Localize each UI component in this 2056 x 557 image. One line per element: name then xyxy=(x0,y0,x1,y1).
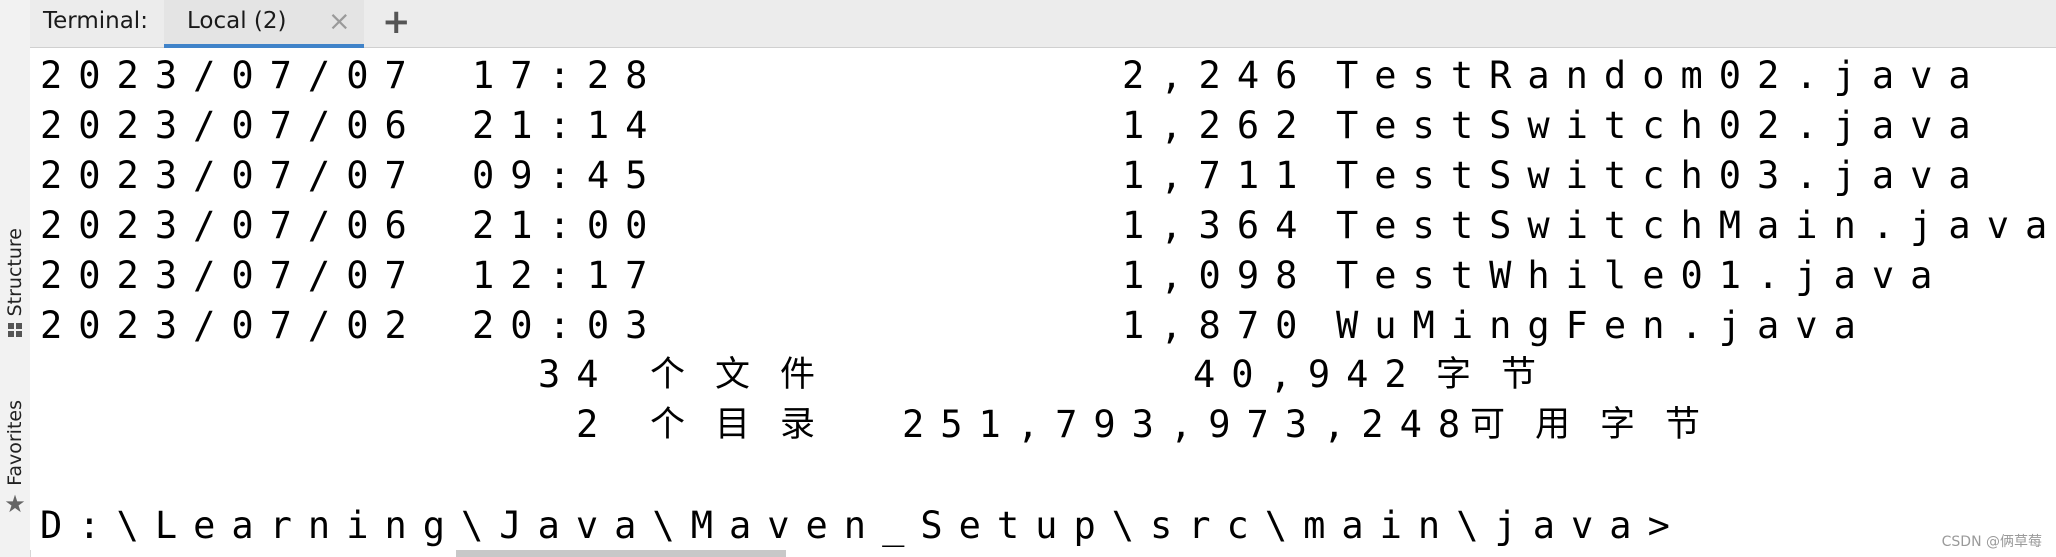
file-time: 21:14 xyxy=(472,104,664,147)
file-name: TestRandom02.java xyxy=(1336,54,1987,97)
file-time: 20:03 xyxy=(472,304,664,347)
file-name: WuMingFen.java xyxy=(1336,304,1872,347)
listing-row: 2023/07/06 21:00 1,364 TestSwitchMain.ja… xyxy=(30,201,2056,251)
file-date: 2023/07/07 xyxy=(40,54,423,97)
star-icon: ★ xyxy=(4,489,26,518)
file-size: 1,711 xyxy=(1122,154,1314,197)
file-count-label: 个文件 xyxy=(650,355,846,395)
file-name: TestWhile01.java xyxy=(1336,254,1949,297)
file-date: 2023/07/02 xyxy=(40,304,423,347)
file-date: 2023/07/06 xyxy=(40,104,423,147)
horizontal-scrollbar[interactable] xyxy=(456,550,786,557)
file-time: 09:45 xyxy=(472,154,664,197)
total-bytes: 40,942 xyxy=(1193,353,1423,396)
favorites-tool-tab[interactable]: Favorites ★ xyxy=(0,400,30,516)
watermark: CSDN @俩草莓 xyxy=(1941,534,2042,550)
terminal-tab-bar: Terminal: Local (2) × + xyxy=(30,0,2056,48)
free-bytes: 251,793,973,248 xyxy=(902,403,1477,446)
dir-count: 2 xyxy=(576,403,615,446)
file-summary-row: 34 个文件 40,942 字节 xyxy=(30,350,2056,400)
file-date: 2023/07/06 xyxy=(40,204,423,247)
file-date: 2023/07/07 xyxy=(40,254,423,297)
left-tool-strip: Structure Favorites ★ xyxy=(0,0,31,557)
file-time: 17:28 xyxy=(472,54,664,97)
file-name: TestSwitchMain.java xyxy=(1336,204,2056,247)
terminal-output[interactable]: 2023/07/07 17:28 2,246 TestRandom02.java… xyxy=(30,48,2056,550)
file-time: 12:17 xyxy=(472,254,664,297)
terminal-panel-title: Terminal: xyxy=(43,8,148,34)
listing-row: 2023/07/06 21:14 1,262 TestSwitch02.java xyxy=(30,101,2056,151)
tab-label: Local (2) xyxy=(187,8,287,34)
file-name: TestSwitch02.java xyxy=(1336,104,1987,147)
file-name: TestSwitch03.java xyxy=(1336,154,1987,197)
file-time: 21:00 xyxy=(472,204,664,247)
tab-local-2[interactable]: Local (2) × xyxy=(164,0,364,48)
file-count: 34 xyxy=(538,353,615,396)
command-prompt-row[interactable]: D:\Learning\Java\Maven_Setup\src\main\ja… xyxy=(30,501,2056,551)
command-prompt[interactable]: D:\Learning\Java\Maven_Setup\src\main\ja… xyxy=(40,501,1686,551)
dir-summary-row: 2 个目录 251,793,973,248 可用字节 xyxy=(30,400,2056,450)
bytes-unit: 字节 xyxy=(1436,355,1567,395)
listing-row: 2023/07/07 12:17 1,098 TestWhile01.java xyxy=(30,251,2056,301)
structure-tool-tab[interactable]: Structure xyxy=(0,228,30,338)
listing-row: 2023/07/07 09:45 1,711 TestSwitch03.java xyxy=(30,151,2056,201)
file-size: 1,364 xyxy=(1122,204,1314,247)
free-bytes-unit: 可用字节 xyxy=(1470,405,1731,445)
file-size: 1,262 xyxy=(1122,104,1314,147)
listing-row: 2023/07/07 17:28 2,246 TestRandom02.java xyxy=(30,51,2056,101)
file-size: 1,870 xyxy=(1122,304,1314,347)
favorites-tab-label: Favorites xyxy=(4,400,26,486)
file-date: 2023/07/07 xyxy=(40,154,423,197)
dir-count-label: 个目录 xyxy=(650,405,846,445)
structure-tab-label: Structure xyxy=(4,228,26,317)
structure-icon xyxy=(7,322,23,338)
add-tab-icon[interactable]: + xyxy=(382,2,411,42)
listing-row: 2023/07/02 20:03 1,870 WuMingFen.java xyxy=(30,301,2056,351)
file-size: 2,246 xyxy=(1122,54,1314,97)
file-size: 1,098 xyxy=(1122,254,1314,297)
close-icon[interactable]: × xyxy=(328,6,351,37)
